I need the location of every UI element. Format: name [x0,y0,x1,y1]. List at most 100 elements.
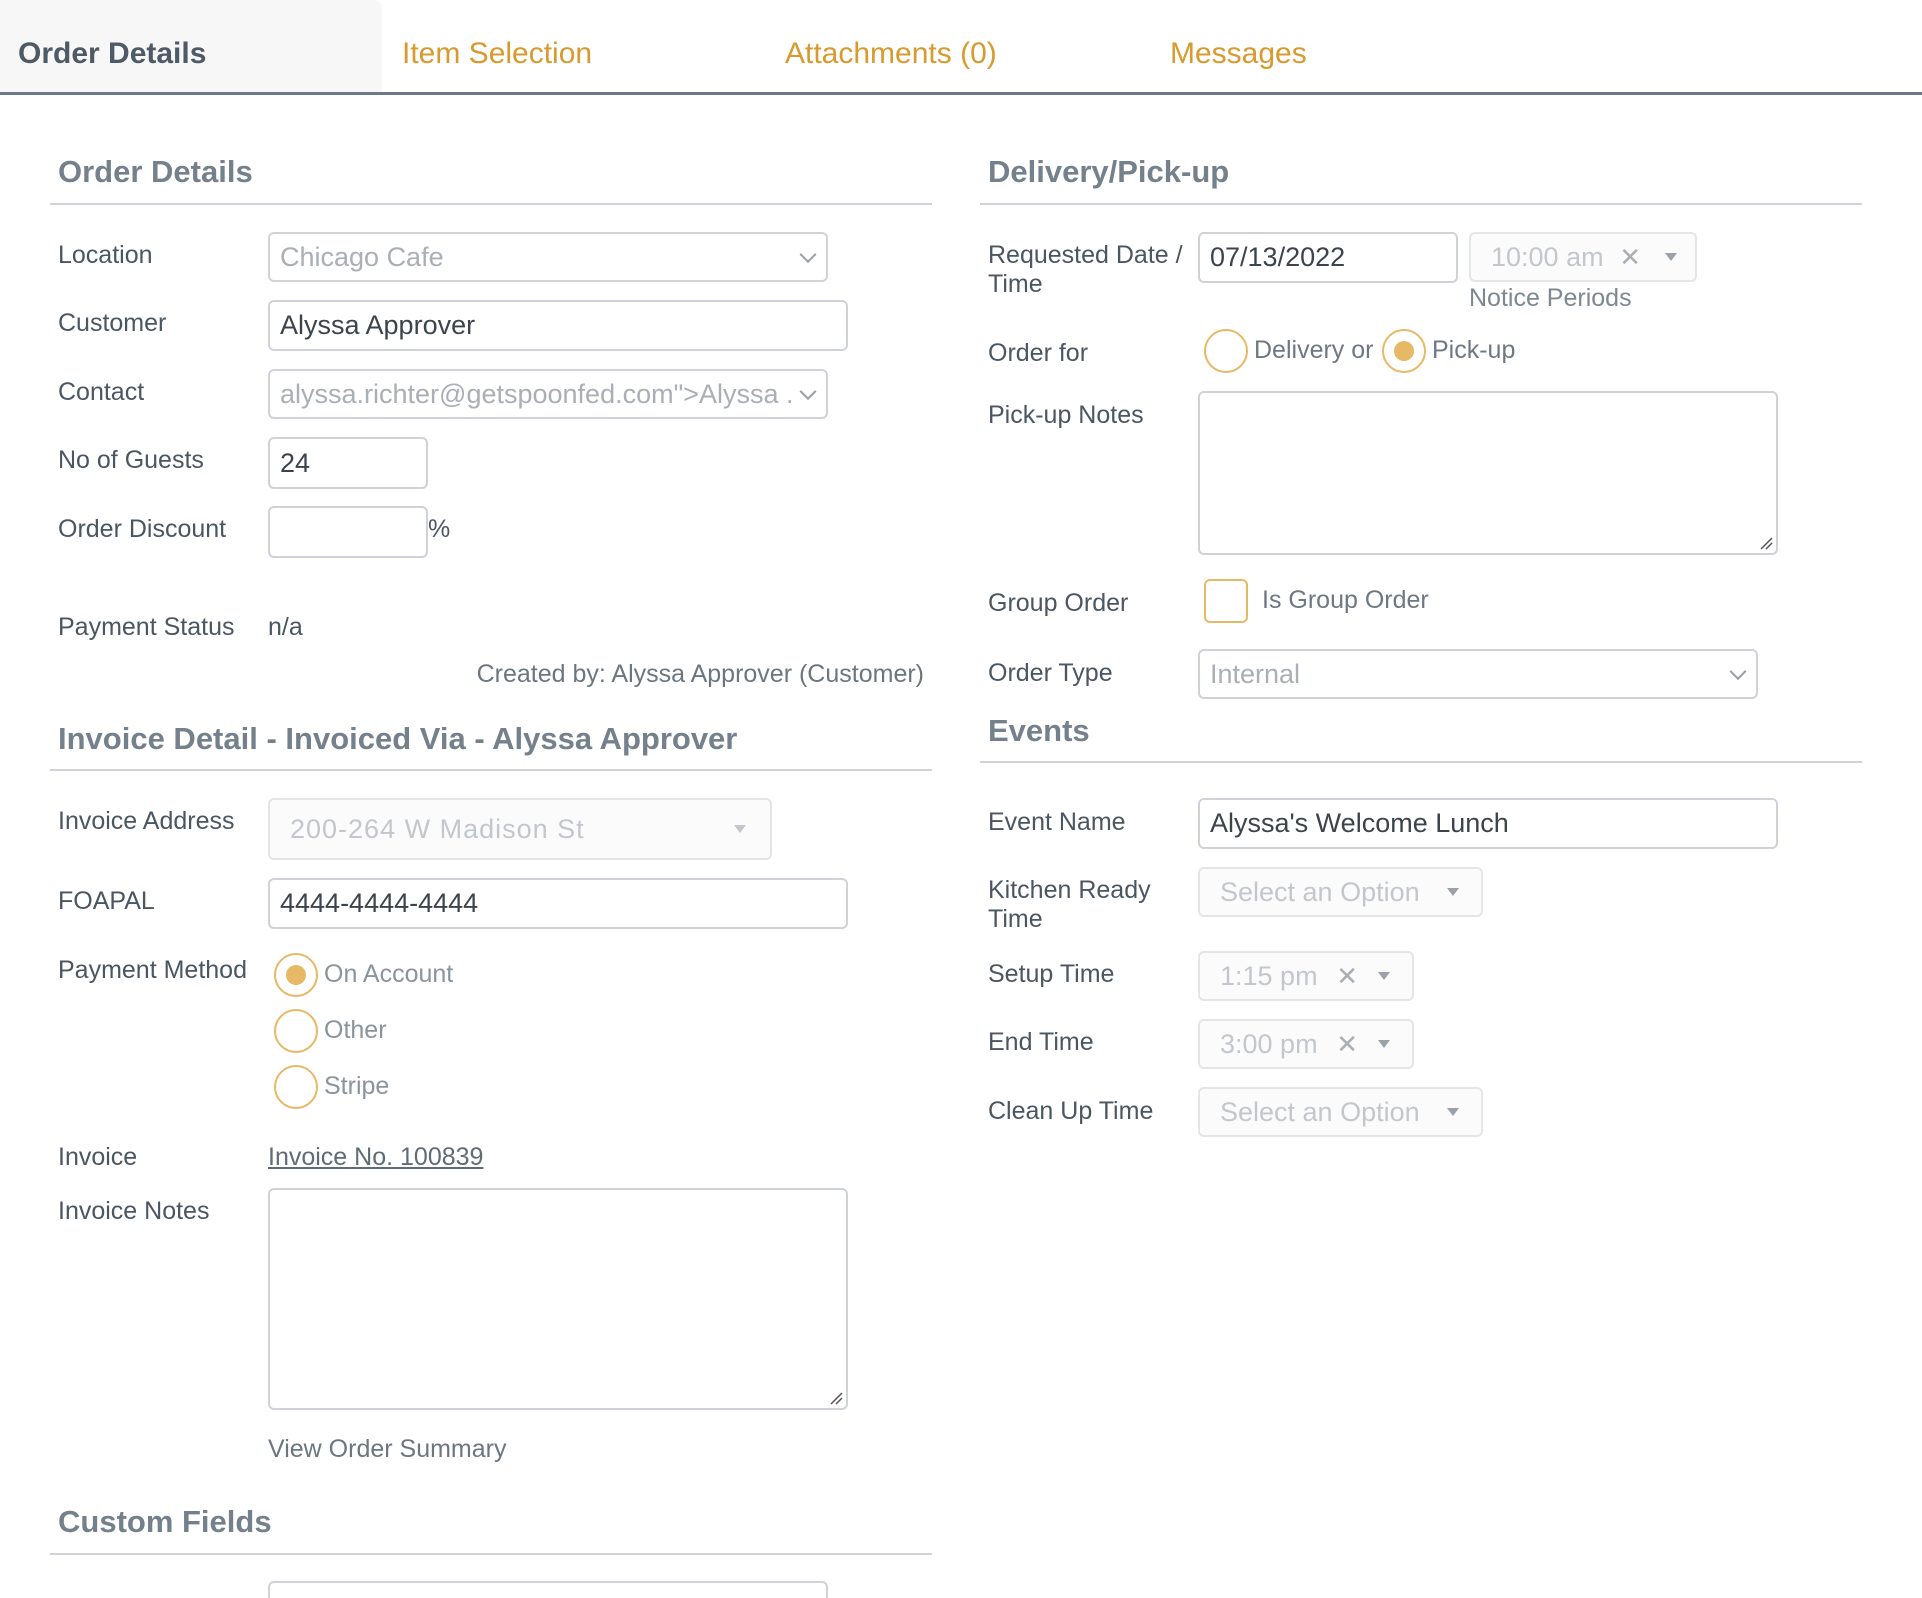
contact-label: Contact [58,378,145,406]
group-order-label: Group Order [988,589,1129,617]
contact-select[interactable]: alyssa.richter@getspoonfed.com">Alyssa . [268,369,828,419]
payment-method-label: Payment Method [58,956,247,984]
payment-stripe-radio[interactable] [274,1065,318,1109]
section-divider [50,769,932,771]
foapal-label: FOAPAL [58,887,155,915]
requested-date-label: Requested Date / Time [988,241,1183,299]
dropdown-arrow-icon [1665,253,1677,261]
location-select[interactable]: Chicago Cafe [268,232,828,282]
cleanup-time-value: Select an Option [1220,1096,1420,1127]
clear-icon[interactable]: ✕ [1336,963,1358,989]
location-label: Location [58,241,153,269]
dropdown-arrow-icon [1378,972,1390,980]
location-value: Chicago Cafe [280,241,444,272]
pickup-radio[interactable] [1382,329,1426,373]
end-time-select[interactable]: 3:00 pm ✕ [1198,1019,1414,1069]
end-time-value: 3:00 pm [1220,1028,1318,1059]
delivery-radio[interactable] [1204,329,1248,373]
dropdown-arrow-icon [1378,1040,1390,1048]
kitchen-ready-label-line1: Kitchen Ready [988,876,1151,904]
invoice-notes-label: Invoice Notes [58,1197,210,1225]
invoice-address-select[interactable]: 200-264 W Madison St [268,798,772,860]
setup-time-label: Setup Time [988,960,1115,988]
created-by-text: Created by: Alyssa Approver (Customer) [476,660,924,688]
requested-date-label-line1: Requested Date / [988,241,1183,269]
dropdown-arrow-icon [734,825,746,833]
discount-input[interactable] [268,506,428,558]
requested-date-input[interactable]: 07/13/2022 [1198,232,1458,283]
custom-field-input[interactable] [268,1581,828,1598]
clear-icon[interactable]: ✕ [1336,1031,1358,1057]
tab-messages[interactable]: Messages [1170,0,1307,92]
tab-item-selection[interactable]: Item Selection [402,0,592,92]
dropdown-arrow-icon [1447,888,1459,896]
view-order-summary-link[interactable]: View Order Summary [268,1435,507,1464]
payment-other-radio[interactable] [274,1009,318,1053]
dropdown-arrow-icon [1447,1108,1459,1116]
pickup-notes-label: Pick-up Notes [988,401,1144,429]
chevron-down-icon [799,383,817,401]
invoice-notes-textarea[interactable] [268,1188,848,1410]
group-order-checkbox-label: Is Group Order [1262,586,1429,614]
guests-input[interactable]: 24 [268,437,428,489]
order-for-label: Order for [988,339,1089,367]
delivery-heading: Delivery/Pick-up [988,154,1230,189]
invoice-address-label: Invoice Address [58,807,235,835]
cleanup-time-label: Clean Up Time [988,1097,1154,1125]
order-type-select[interactable]: Internal [1198,649,1758,699]
guests-label: No of Guests [58,446,204,474]
guests-value: 24 [280,447,311,478]
customer-label: Customer [58,309,167,337]
event-name-label: Event Name [988,808,1126,836]
payment-other-label: Other [324,1016,387,1044]
cleanup-time-select[interactable]: Select an Option [1198,1087,1483,1137]
clear-icon[interactable]: ✕ [1619,244,1641,270]
chevron-down-icon [799,246,817,264]
payment-status-label: Payment Status [58,613,235,641]
setup-time-select[interactable]: 1:15 pm ✕ [1198,951,1414,1001]
invoice-address-value: 200-264 W Madison St [290,813,585,844]
end-time-label: End Time [988,1028,1094,1056]
payment-stripe-label: Stripe [324,1072,390,1100]
discount-label: Order Discount [58,515,227,543]
requested-date-label-line2: Time [988,270,1043,298]
foapal-input[interactable]: 4444-4444-4444 [268,878,848,929]
order-type-value: Internal [1210,658,1301,689]
resize-handle-icon[interactable] [829,1391,843,1405]
section-divider [980,761,1862,763]
kitchen-ready-label-line2: Time [988,905,1043,933]
invoice-label: Invoice [58,1143,138,1171]
requested-time-select[interactable]: 10:00 am ✕ [1469,232,1697,282]
event-name-input[interactable]: Alyssa's Welcome Lunch [1198,798,1778,849]
event-name-value: Alyssa's Welcome Lunch [1210,808,1509,838]
requested-date-value: 07/13/2022 [1210,242,1346,272]
notice-periods-link[interactable]: Notice Periods [1469,284,1632,313]
kitchen-ready-select[interactable]: Select an Option [1198,867,1483,917]
group-order-checkbox[interactable] [1204,579,1248,623]
payment-on-account-radio[interactable] [274,953,318,997]
order-details-heading: Order Details [58,154,253,189]
kitchen-ready-label: Kitchen Ready Time [988,876,1151,934]
kitchen-ready-value: Select an Option [1220,876,1420,907]
contact-value: alyssa.richter@getspoonfed.com">Alyssa . [280,378,794,409]
resize-handle-icon[interactable] [1759,536,1773,550]
custom-fields-heading: Custom Fields [58,1504,272,1539]
tab-attachments[interactable]: Attachments (0) [785,0,997,92]
delivery-radio-label: Delivery or [1254,336,1374,364]
tab-bar: Order Details Item Selection Attachments… [0,0,1922,95]
section-divider [980,203,1862,205]
discount-unit: % [428,515,451,543]
customer-input[interactable]: Alyssa Approver [268,300,848,351]
requested-time-value: 10:00 am [1491,241,1604,272]
payment-status-value: n/a [268,613,303,641]
pickup-notes-textarea[interactable] [1198,391,1778,555]
payment-on-account-label: On Account [324,960,454,988]
order-type-label: Order Type [988,659,1113,687]
tab-order-details[interactable]: Order Details [0,0,382,92]
invoice-heading: Invoice Detail - Invoiced Via - Alyssa A… [58,721,738,756]
invoice-number-link[interactable]: Invoice No. 100839 [268,1143,483,1172]
chevron-down-icon [1729,663,1747,681]
events-heading: Events [988,713,1090,748]
setup-time-value: 1:15 pm [1220,960,1318,991]
section-divider [50,1553,932,1555]
